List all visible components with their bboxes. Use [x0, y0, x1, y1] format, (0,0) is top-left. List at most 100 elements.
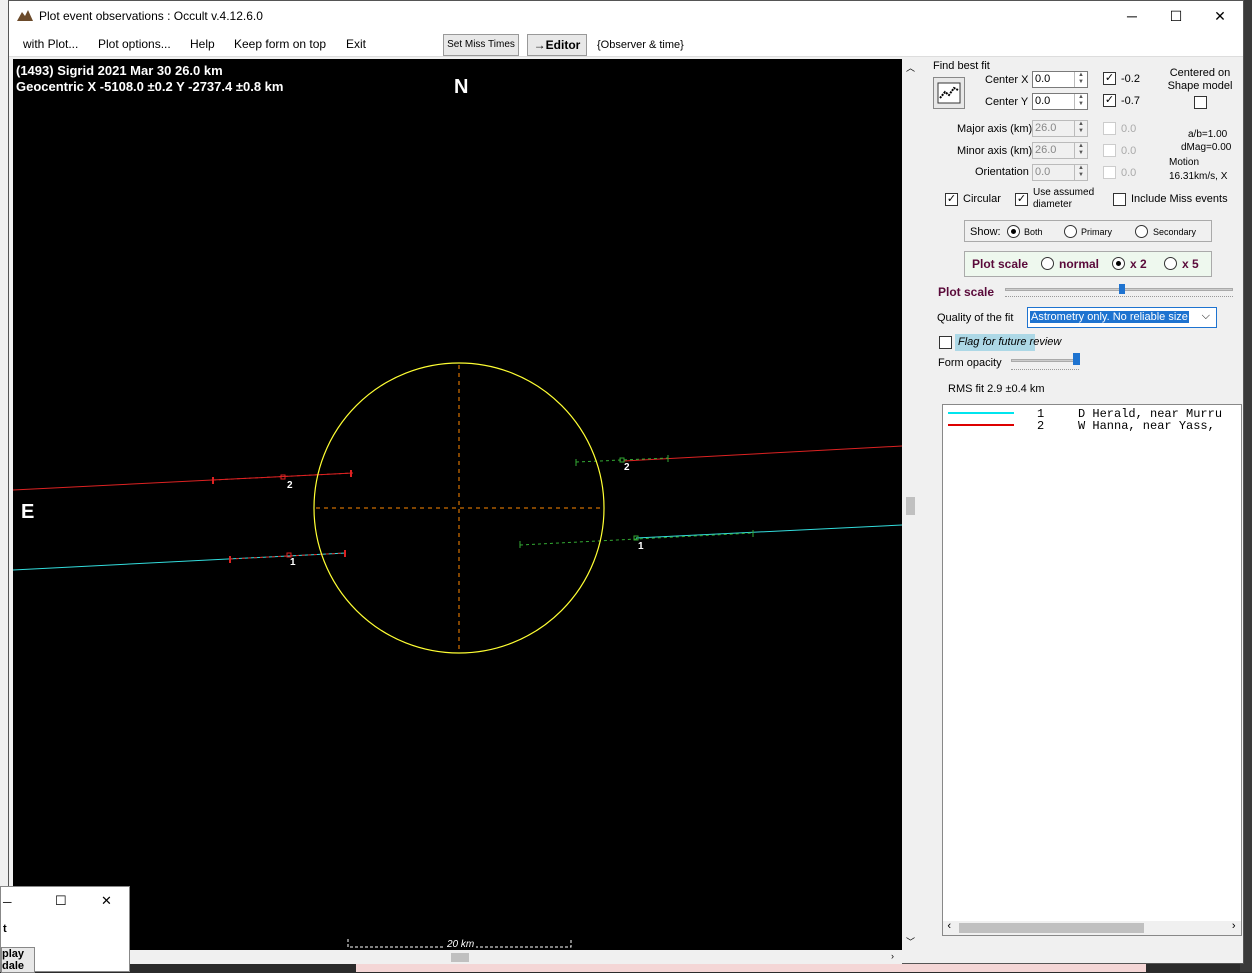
plot-scale-slider-thumb[interactable]	[1119, 284, 1125, 294]
use-assumed-diameter-checkbox[interactable]: ✓	[1015, 193, 1028, 206]
fit-center-y-checkbox[interactable]: ✓	[1103, 94, 1116, 107]
plot-title-line2: Geocentric X -5108.0 ±0.2 Y -2737.4 ±0.8…	[16, 79, 284, 94]
major-axis-input[interactable]: 26.0 ▲ ▼	[1032, 120, 1088, 137]
set-miss-times-button[interactable]: Set Miss Times	[443, 34, 519, 56]
chord-label: 1	[290, 557, 296, 568]
scroll-thumb[interactable]	[906, 497, 915, 515]
orientation-label: Orientation	[975, 166, 1029, 178]
chord-red-east	[623, 445, 902, 462]
minor-axis-input[interactable]: 26.0 ▲ ▼	[1032, 142, 1088, 159]
include-miss-checkbox[interactable]	[1113, 193, 1126, 206]
scale-x5-label: x 5	[1182, 257, 1199, 271]
fit-center-x-checkbox[interactable]: ✓	[1103, 72, 1116, 85]
scroll-left-icon[interactable]: ‹	[946, 921, 953, 933]
center-x-input[interactable]: 0.0 ▲ ▼	[1032, 71, 1088, 88]
north-label: N	[454, 76, 469, 98]
scale-x2-radio[interactable]	[1112, 257, 1125, 270]
scroll-thumb[interactable]	[451, 953, 469, 962]
show-primary-radio[interactable]	[1064, 225, 1077, 238]
orientation-input[interactable]: 0.0 ▲ ▼	[1032, 164, 1088, 181]
close-button[interactable]: ✕	[1197, 1, 1243, 31]
menu-bar: with Plot... Plot options... Help Keep f…	[9, 31, 1243, 57]
flag-review-checkbox[interactable]	[939, 336, 952, 349]
observer-color-swatch	[948, 424, 1014, 426]
menu-plot-options[interactable]: Plot options...	[98, 37, 171, 51]
chord-cyan-east	[635, 524, 902, 539]
show-secondary-radio[interactable]	[1135, 225, 1148, 238]
observer-listbox[interactable]: 1 D Herald, near Murru 2 W Hanna, near Y…	[942, 404, 1242, 936]
maximize-button[interactable]: ☐	[1153, 1, 1199, 31]
fit-orientation-checkbox[interactable]	[1103, 166, 1116, 179]
motion-label: Motion	[1169, 157, 1200, 168]
spin-arrows-icon[interactable]: ▲ ▼	[1074, 121, 1087, 136]
scale-x5-radio[interactable]	[1164, 257, 1177, 270]
center-y-input[interactable]: 0.0 ▲ ▼	[1032, 93, 1088, 110]
quality-selected-value: Astrometry only. No reliable size	[1030, 311, 1189, 323]
use-assumed-diameter-label: Use assumed diameter	[1033, 187, 1095, 210]
form-opacity-slider-track[interactable]	[1011, 359, 1079, 362]
scale-normal-radio[interactable]	[1041, 257, 1054, 270]
include-miss-label: Include Miss events	[1131, 193, 1228, 205]
plot-vertical-scrollbar[interactable]: ︿ ﹀	[904, 59, 918, 950]
circular-checkbox[interactable]: ✓	[945, 193, 958, 206]
spin-arrows-icon[interactable]: ▲ ▼	[1074, 94, 1087, 109]
menu-exit[interactable]: Exit	[346, 37, 366, 51]
show-both-label: Both	[1024, 227, 1043, 237]
scroll-thumb[interactable]	[959, 923, 1144, 933]
centered-on-shape-checkbox[interactable]	[1194, 96, 1207, 109]
mini-maximize-icon[interactable]: ☐	[55, 893, 67, 909]
listbox-horizontal-scrollbar[interactable]: ‹ ›	[943, 921, 1241, 935]
form-opacity-label: Form opacity	[938, 357, 1002, 369]
chevron-down-icon[interactable]: ⌵	[1202, 310, 1210, 323]
plot-scale-slider-label: Plot scale	[938, 285, 995, 299]
title-bar: Plot event observations : Occult v.4.12.…	[9, 1, 1243, 31]
minor-fit-value: 0.0	[1121, 145, 1137, 157]
scroll-up-icon[interactable]: ︿	[906, 61, 915, 74]
plot-horizontal-scrollbar[interactable]: ›	[13, 951, 902, 964]
mini-minimize-icon[interactable]: ─	[3, 895, 12, 909]
fit-major-checkbox[interactable]	[1103, 122, 1116, 135]
list-item[interactable]: 2 W Hanna, near Yass,	[943, 419, 1239, 433]
spin-arrows-icon[interactable]: ▲ ▼	[1074, 143, 1087, 158]
minimize-button[interactable]: ─	[1109, 1, 1155, 31]
show-both-radio[interactable]	[1007, 225, 1020, 238]
mini-play-button[interactable]: play dale	[1, 947, 35, 973]
scale-normal-label: normal	[1059, 257, 1100, 271]
major-fit-value: 0.0	[1121, 123, 1137, 135]
form-opacity-slider-thumb[interactable]	[1073, 353, 1080, 365]
window-title: Plot event observations : Occult v.4.12.…	[39, 9, 263, 23]
scroll-right-icon[interactable]: ›	[891, 951, 894, 961]
scroll-right-icon[interactable]: ›	[1230, 921, 1237, 933]
fit-minor-checkbox[interactable]	[1103, 144, 1116, 157]
east-label: E	[21, 501, 35, 523]
center-x-fit-value: -0.2	[1121, 73, 1140, 85]
motion-value: 16.31km/s, X	[1169, 171, 1228, 182]
center-y-label: Center Y	[985, 96, 1029, 108]
chord-label: 2	[624, 462, 630, 473]
mini-close-icon[interactable]: ✕	[101, 893, 112, 909]
find-best-fit-button[interactable]	[933, 77, 965, 109]
ab-ratio: a/b=1.00	[1188, 129, 1228, 140]
show-primary-label: Primary	[1081, 227, 1112, 237]
spin-arrows-icon[interactable]: ▲ ▼	[1074, 72, 1087, 87]
slider-ticks	[1011, 369, 1079, 373]
plot-title-line1: (1493) Sigrid 2021 Mar 30 26.0 km	[16, 63, 223, 78]
dmag-value: dMag=0.00	[1181, 142, 1232, 153]
quality-dropdown[interactable]: Astrometry only. No reliable size ⌵	[1027, 307, 1217, 328]
spin-arrows-icon[interactable]: ▲ ▼	[1074, 165, 1087, 180]
green-error-e1	[519, 532, 754, 546]
menu-help[interactable]: Help	[190, 37, 215, 51]
plot-canvas[interactable]: (1493) Sigrid 2021 Mar 30 26.0 km Geocen…	[13, 59, 902, 950]
centered-on-label: Centered on Shape model	[1167, 67, 1233, 92]
circular-label: Circular	[963, 193, 1001, 205]
menu-with-plot[interactable]: with Plot...	[23, 37, 78, 51]
center-x-label: Center X	[985, 74, 1029, 86]
editor-button[interactable]: →Editor	[527, 34, 587, 56]
scroll-down-icon[interactable]: ﹀	[906, 935, 915, 948]
observer-time-label: {Observer & time}	[597, 39, 684, 51]
chord-label: 2	[287, 480, 293, 491]
find-best-fit-label: Find best fit	[933, 60, 990, 72]
minor-axis-label: Minor axis (km)	[957, 145, 1033, 157]
rms-fit-value: RMS fit 2.9 ±0.4 km	[948, 383, 1045, 395]
menu-keep-on-top[interactable]: Keep form on top	[234, 37, 326, 51]
